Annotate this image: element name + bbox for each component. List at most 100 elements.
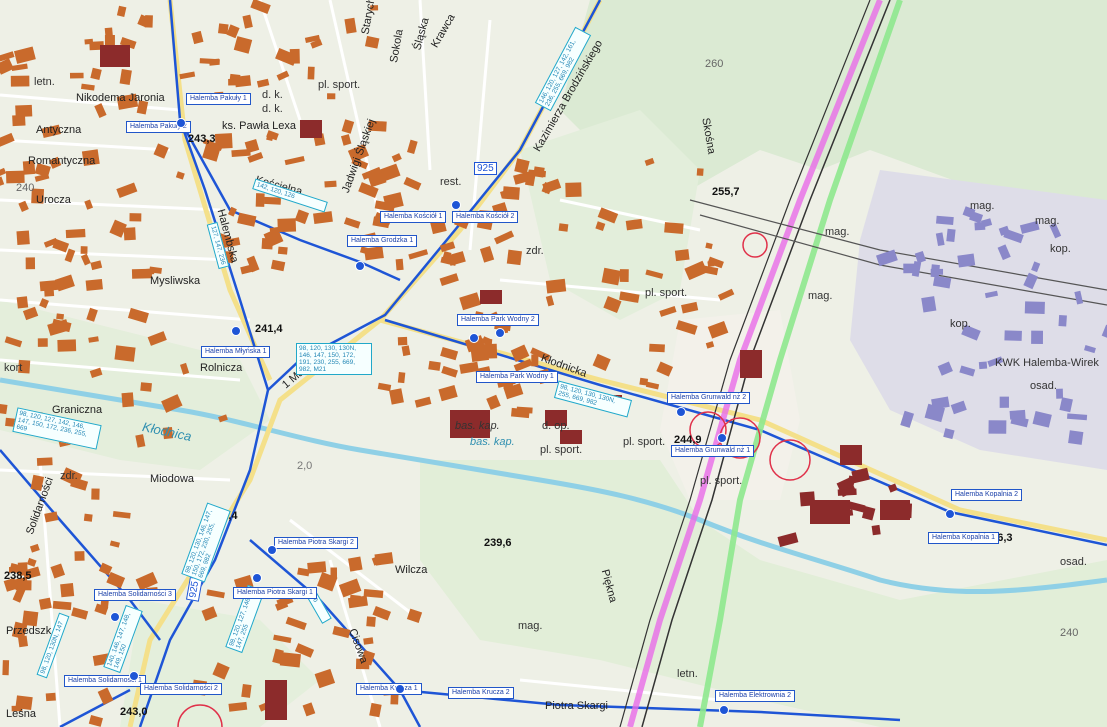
building-footprint	[645, 381, 660, 390]
large-building	[740, 350, 762, 378]
bus-stop-label[interactable]: Halemba Piotra Skargi 1	[233, 587, 317, 599]
building-footprint	[123, 227, 136, 241]
building-footprint	[80, 83, 95, 91]
bus-stop-label[interactable]: Halemba Park Wodny 2	[457, 314, 539, 326]
place-label: kop.	[950, 318, 971, 330]
building-footprint	[1058, 315, 1067, 327]
place-label: zdr.	[60, 470, 78, 482]
building-footprint	[0, 176, 5, 188]
building-footprint	[341, 119, 355, 134]
bus-stop-label[interactable]: Halemba Solidarności 2	[140, 683, 222, 695]
large-building	[265, 680, 287, 720]
bus-stop-label[interactable]: Halemba Grunwald nż 1	[671, 445, 755, 457]
building-footprint	[255, 193, 265, 207]
building-footprint	[285, 616, 307, 631]
building-footprint	[659, 306, 677, 317]
bus-stop-label[interactable]: Halemba Kopalnia 2	[951, 489, 1023, 501]
elevation-label: 255,7	[712, 186, 740, 198]
bus-stop-marker[interactable]	[176, 118, 186, 128]
bus-stop-marker[interactable]	[110, 612, 120, 622]
street-label: Rolnicza	[200, 362, 243, 374]
building-footprint	[438, 384, 458, 402]
building-footprint	[340, 134, 352, 146]
bus-stop-label[interactable]: Halemba Park Wodny 1	[476, 371, 558, 383]
bus-stop-marker[interactable]	[231, 326, 241, 336]
bus-stop-marker[interactable]	[676, 407, 686, 417]
place-label: osad.	[1030, 380, 1057, 392]
building-footprint	[37, 338, 48, 347]
building-footprint	[681, 301, 699, 314]
place-label: kort	[4, 362, 23, 374]
building-footprint	[11, 63, 28, 72]
bus-stop-marker[interactable]	[252, 573, 262, 583]
bus-stop-marker[interactable]	[719, 705, 729, 715]
building-footprint	[237, 212, 257, 227]
building-footprint	[486, 394, 501, 410]
bus-stop-label[interactable]: Halemba Kopalnia 1	[928, 532, 1000, 544]
building-footprint	[957, 253, 976, 268]
bus-stop-label[interactable]: Halemba Kościół 2	[452, 211, 519, 223]
building-footprint	[71, 607, 89, 620]
building-footprint	[327, 93, 336, 100]
bus-stop-label[interactable]: Halemba Grodzka 1	[347, 235, 418, 247]
building-footprint	[494, 230, 515, 245]
building-footprint	[397, 336, 408, 346]
building-footprint	[401, 345, 411, 357]
building-footprint	[57, 339, 77, 352]
building-footprint	[45, 692, 56, 702]
building-footprint	[619, 269, 629, 282]
building-footprint	[343, 217, 361, 229]
building-footprint	[639, 377, 649, 386]
building-footprint	[1056, 388, 1064, 399]
bus-stop-marker[interactable]	[355, 261, 365, 271]
bus-stop-label[interactable]: Halemba Krucza 2	[448, 687, 514, 699]
bus-stop-marker[interactable]	[129, 671, 139, 681]
bus-stop-label[interactable]: Halemba Piotra Skargi 2	[274, 537, 358, 549]
bus-stop-label[interactable]: Halemba Krucza 1	[356, 683, 422, 695]
street-label: Antyczna	[36, 124, 82, 136]
building-footprint	[114, 345, 136, 362]
place-label: osad.	[1060, 556, 1087, 568]
building-footprint	[777, 532, 799, 547]
elevation-label: 243,3	[188, 133, 216, 145]
building-footprint	[674, 249, 690, 262]
building-footprint	[364, 35, 380, 49]
building-footprint	[565, 182, 582, 198]
bus-stop-marker[interactable]	[395, 684, 405, 694]
building-footprint	[54, 274, 75, 292]
bus-stop-label[interactable]: Halemba Solidarności 3	[94, 589, 176, 601]
street-label: ks. Pawła Lexa	[222, 120, 296, 132]
bus-stop-label[interactable]: Halemba Młyńska 1	[201, 346, 271, 358]
building-footprint	[441, 365, 458, 378]
bus-stop-label[interactable]: Halemba Grunwald nż 2	[667, 392, 751, 404]
bus-stop-marker[interactable]	[469, 333, 479, 343]
bus-stop-label[interactable]: Halemba Pakuły 1	[186, 93, 251, 105]
building-footprint	[369, 702, 382, 718]
building-footprint	[391, 153, 402, 163]
bus-stop-marker[interactable]	[267, 545, 277, 555]
bus-stop-label[interactable]: Halemba Kościół 1	[380, 211, 447, 223]
bus-stop-marker[interactable]	[451, 200, 461, 210]
bus-stop-marker[interactable]	[945, 509, 955, 519]
building-footprint	[383, 192, 404, 210]
contour-label: 260	[705, 58, 724, 70]
building-footprint	[1031, 330, 1044, 344]
building-footprint	[56, 313, 65, 320]
street-label: Mysliwska	[150, 275, 201, 287]
building-footprint	[395, 258, 404, 271]
map-canvas[interactable]: 243,3 241,4 241,4 255,7 244,9 239,6 238,…	[0, 0, 1107, 727]
place-label: d. op.	[542, 420, 570, 432]
building-footprint	[65, 228, 86, 239]
elevation-label: 239,6	[484, 537, 512, 549]
building-footprint	[935, 215, 954, 226]
bus-stop-label[interactable]: Halemba Elektrownia 2	[715, 690, 795, 702]
bus-stop-marker[interactable]	[717, 433, 727, 443]
building-footprint	[91, 488, 100, 500]
building-footprint	[240, 264, 255, 275]
building-footprint	[52, 238, 70, 253]
building-footprint	[270, 259, 286, 272]
building-footprint	[545, 295, 555, 307]
bus-stop-marker[interactable]	[495, 328, 505, 338]
building-footprint	[261, 238, 273, 250]
place-label: d. k.	[262, 103, 283, 115]
